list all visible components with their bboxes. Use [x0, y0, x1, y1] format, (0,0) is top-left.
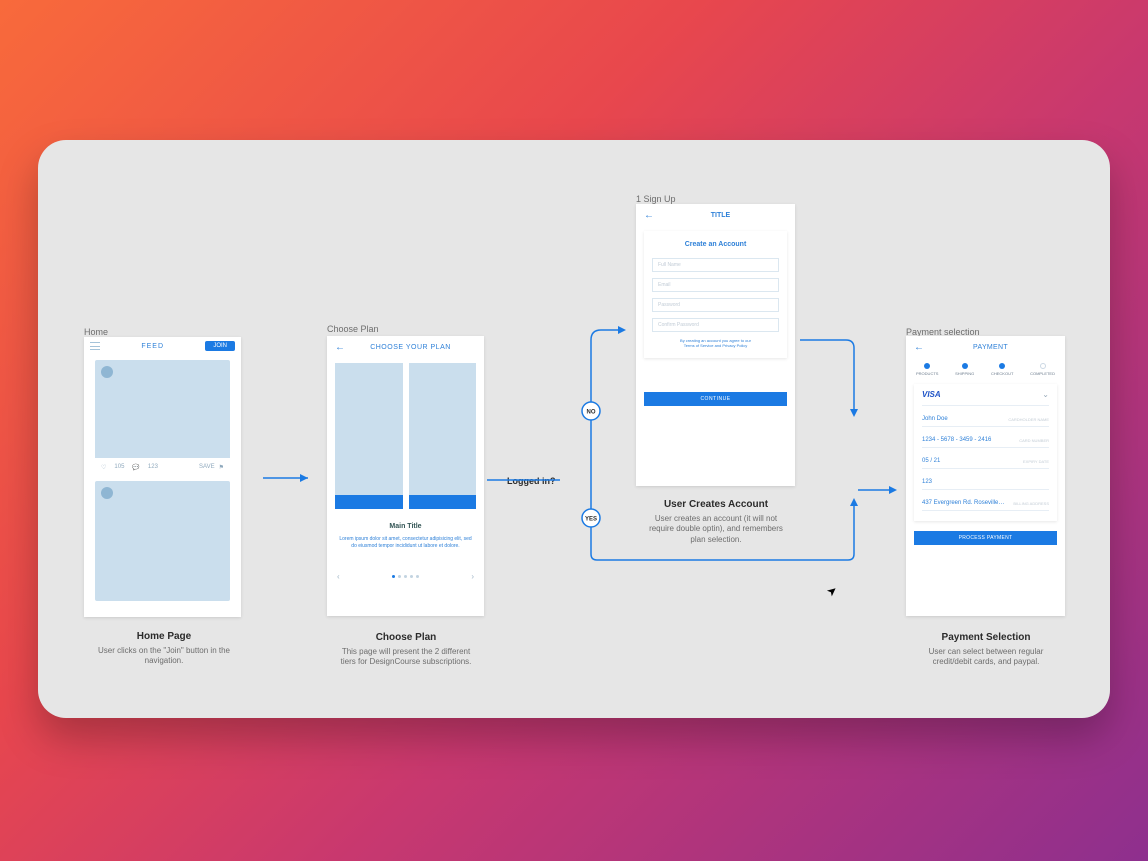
avatar-icon	[101, 366, 113, 378]
cvv-field[interactable]: 123	[922, 469, 1049, 490]
signup-label: 1 Sign Up	[636, 194, 676, 204]
feed-card[interactable]	[95, 481, 230, 601]
plan-caption: Choose Plan This page will present the 2…	[334, 632, 478, 668]
home-screen: FEED JOIN ♡ 105 💬 123 SAVE ⚑	[84, 337, 241, 617]
payment-screen: ← PAYMENT PRODUCTS SHIPPING CHECKOUT COM…	[906, 336, 1065, 616]
back-arrow-icon[interactable]: ←	[644, 210, 654, 221]
expiry-field[interactable]: 05 / 21EXPIRY DATE	[922, 448, 1049, 469]
terms-text: By creating an account you agree to our …	[652, 338, 779, 348]
hamburger-icon[interactable]	[90, 342, 100, 350]
plan-description: Lorem ipsum dolor sit amet, consectetur …	[327, 530, 484, 550]
step-products: PRODUCTS	[916, 363, 938, 376]
prev-arrow-icon[interactable]: ‹	[337, 572, 340, 581]
choose-plan-label: Choose Plan	[327, 324, 379, 334]
logged-in-label: Logged in?	[507, 476, 556, 486]
page-dots	[392, 575, 419, 578]
visa-logo: VISA	[922, 390, 941, 399]
feed-card[interactable]: ♡ 105 💬 123 SAVE ⚑	[95, 360, 230, 476]
next-arrow-icon[interactable]: ›	[471, 572, 474, 581]
heart-icon[interactable]: ♡	[101, 464, 106, 471]
step-checkout: CHECKOUT	[991, 363, 1013, 376]
cardholder-name-field[interactable]: John DoeCARDHOLDER NAME	[922, 406, 1049, 427]
plan-card[interactable]	[335, 363, 403, 509]
plan-main-title: Main Title	[327, 523, 484, 530]
address-field[interactable]: 437 Evergreen Rd. Roseville…BILLING ADDR…	[922, 490, 1049, 511]
signup-title: TITLE	[654, 212, 787, 219]
step-shipping: SHIPPING	[955, 363, 974, 376]
confirm-password-field[interactable]: Confirm Password	[652, 318, 779, 332]
card-number-field[interactable]: 1234 - 5678 - 3459 - 2416CARD NUMBER	[922, 427, 1049, 448]
choose-plan-title: CHOOSE YOUR PLAN	[345, 344, 476, 351]
avatar-icon	[101, 487, 113, 499]
step-completed: COMPLETED	[1030, 363, 1055, 376]
feed-title: FEED	[141, 343, 164, 350]
view-count: 123	[148, 464, 158, 470]
signup-caption: User Creates Account User creates an acc…	[642, 499, 790, 545]
save-label[interactable]: SAVE	[199, 464, 215, 470]
bookmark-icon[interactable]: ⚑	[219, 464, 224, 471]
payment-caption: Payment Selection User can select betwee…	[913, 632, 1059, 668]
create-account-heading: Create an Account	[652, 241, 779, 248]
back-arrow-icon[interactable]: ←	[914, 342, 924, 353]
home-caption: Home Page User clicks on the "Join" butt…	[94, 631, 234, 667]
terms-link[interactable]: Terms of Service and Privacy Policy	[684, 343, 748, 348]
chat-icon[interactable]: 💬	[132, 464, 139, 471]
signup-screen: ← TITLE Create an Account Full Name Emai…	[636, 204, 795, 486]
home-label: Home	[84, 327, 108, 337]
choose-plan-screen: ← CHOOSE YOUR PLAN Main Title Lorem ipsu…	[327, 336, 484, 616]
process-payment-button[interactable]: PROCESS PAYMENT	[914, 531, 1057, 545]
card-type-selector[interactable]: VISA ⌄	[922, 390, 1049, 406]
join-button[interactable]: JOIN	[205, 341, 235, 351]
continue-button[interactable]: CONTINUE	[644, 392, 787, 406]
plan-card[interactable]	[409, 363, 477, 509]
password-field[interactable]: Password	[652, 298, 779, 312]
full-name-field[interactable]: Full Name	[652, 258, 779, 272]
like-count: 105	[114, 464, 124, 470]
chevron-down-icon: ⌄	[1042, 390, 1049, 399]
email-field[interactable]: Email	[652, 278, 779, 292]
payment-title: PAYMENT	[924, 344, 1057, 351]
back-arrow-icon[interactable]: ←	[335, 342, 345, 353]
